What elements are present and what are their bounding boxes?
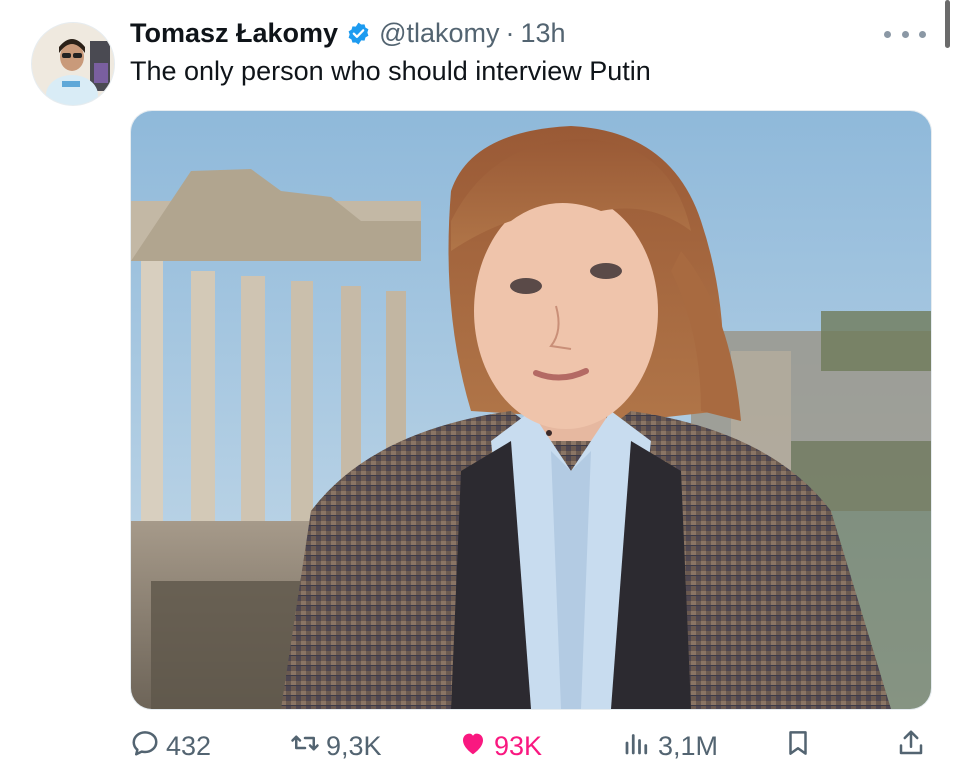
like-button[interactable]: 93K <box>458 724 542 768</box>
more-dot <box>901 30 909 38</box>
tweet-timestamp[interactable]: 13h <box>521 18 566 49</box>
reply-icon <box>130 728 160 765</box>
like-count: 93K <box>494 730 543 761</box>
reply-count: 432 <box>166 730 212 761</box>
more-dot <box>884 30 891 38</box>
views-count: 3,1M <box>658 730 719 761</box>
tweet-header: Tomasz Łakomy @tlakomy · 13h <box>130 16 566 50</box>
retweet-count: 9,3K <box>326 730 382 761</box>
share-icon <box>896 728 926 765</box>
views-button[interactable]: 3,1M <box>622 724 718 768</box>
avatar[interactable] <box>31 22 115 106</box>
author-handle[interactable]: @tlakomy <box>379 18 499 49</box>
tweet-action-bar: 432 9,3K 93K 3,1M <box>0 724 960 770</box>
heart-icon <box>458 728 488 765</box>
bookmark-icon <box>783 728 813 765</box>
separator-dot: · <box>505 17 515 48</box>
retweet-button[interactable]: 9,3K <box>290 724 382 768</box>
verified-badge-icon <box>346 21 371 46</box>
retweet-icon <box>290 728 320 765</box>
more-icon[interactable] <box>884 22 926 46</box>
bookmark-button[interactable] <box>783 724 813 768</box>
more-dot <box>919 30 926 38</box>
tweet-photo[interactable] <box>130 110 932 710</box>
views-icon <box>622 728 652 765</box>
tweet-text: The only person who should interview Put… <box>130 56 651 86</box>
share-button[interactable] <box>896 724 926 768</box>
author-name[interactable]: Tomasz Łakomy <box>130 18 338 49</box>
scrollbar[interactable] <box>945 0 950 48</box>
reply-button[interactable]: 432 <box>130 724 211 768</box>
